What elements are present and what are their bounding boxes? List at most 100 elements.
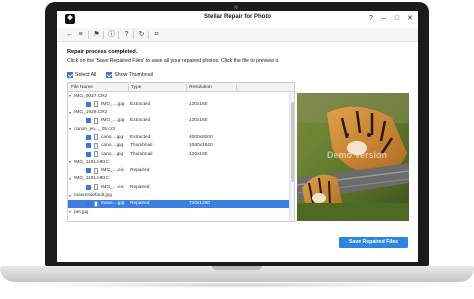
cart-icon[interactable]: ⌗ — [152, 30, 161, 40]
file-icon — [94, 142, 98, 149]
refresh-icon[interactable]: ↻ — [137, 30, 146, 40]
file-checkbox[interactable] — [86, 143, 91, 149]
help-button[interactable]: ? — [366, 13, 376, 24]
toolbar-separator — [103, 31, 104, 39]
file-resolution: 120x160 — [189, 118, 208, 124]
file-name: cano....jpg — [101, 134, 124, 140]
file-checkbox[interactable] — [86, 184, 91, 190]
file-icon — [94, 184, 98, 191]
file-icon — [94, 200, 98, 207]
file-name: maxe....jpg — [101, 201, 125, 207]
file-checkbox[interactable] — [86, 201, 91, 207]
select-all-checkbox[interactable] — [67, 72, 73, 78]
column-divider — [128, 84, 129, 91]
toolbar-separator — [133, 31, 134, 39]
show-thumbnail-checkbox[interactable] — [106, 72, 113, 78]
info-icon[interactable]: ⓘ — [107, 30, 116, 40]
title-bar: ❖ Stellar Repair for Photo ? – □ ✕ — [57, 11, 418, 28]
folder-name: IMG_1929.CR2 — [74, 110, 108, 116]
expand-arrow-icon[interactable]: ▾ — [69, 126, 71, 131]
table-row[interactable]: IMG_....jpg Extracted 120x160 — [68, 100, 290, 108]
expand-arrow-icon[interactable]: ▾ — [69, 159, 71, 164]
file-checkbox[interactable] — [86, 134, 91, 140]
folder-name: IMG_0027.CR2 — [74, 93, 108, 99]
file-type: Extracted — [130, 101, 151, 107]
close-button[interactable]: ✕ — [405, 13, 415, 24]
file-checkbox[interactable] — [86, 118, 91, 124]
demo-watermark: Demo Version — [327, 150, 388, 160]
file-resolution: 4000x6000 — [189, 134, 213, 140]
table-row[interactable]: IMG_....eic Repaired — [68, 183, 290, 191]
file-checkbox[interactable] — [86, 168, 91, 174]
file-icon — [94, 167, 98, 174]
laptop-shadow — [14, 282, 460, 288]
file-icon — [94, 117, 98, 124]
file-type: Thumbnail — [130, 151, 153, 157]
folder-name: pet.jpg — [74, 209, 89, 215]
scrollbar-thumb[interactable] — [291, 102, 294, 182]
column-divider — [236, 84, 237, 91]
file-type: Thumbnail — [130, 143, 153, 149]
table-rows: ▾ IMG_0027.CR2 IMG_....jpg Extracted 120x160… — [68, 92, 290, 216]
back-arrow-icon[interactable]: ← — [65, 30, 74, 40]
file-checkbox[interactable] — [86, 151, 91, 157]
column-file-name[interactable]: File Name — [71, 85, 93, 90]
toolbar-separator — [88, 31, 89, 39]
file-checkbox[interactable] — [86, 101, 91, 107]
table-header: File Name Type Resolution — [68, 83, 294, 92]
laptop-notch — [212, 266, 262, 270]
app-window: ❖ Stellar Repair for Photo ? – □ ✕ ← ≡ ⚑… — [57, 11, 418, 262]
status-subtext: Click on the 'Save Repaired Files' to sa… — [67, 58, 280, 64]
file-type: Repaired — [130, 168, 150, 174]
file-name: IMG_....eic — [101, 168, 125, 174]
file-icon — [94, 134, 98, 141]
file-type: Extracted — [130, 134, 151, 140]
file-type: Repaired — [130, 201, 150, 207]
file-name: cano....jpg — [101, 143, 124, 149]
folder-row[interactable]: ▾ maxresdefault.jpg — [68, 192, 290, 200]
save-repaired-files-button[interactable]: Save Repaired Files — [339, 237, 408, 248]
folder-row[interactable]: ▾ IMG_1191.HEIC — [68, 175, 290, 183]
expand-arrow-icon[interactable]: ▾ — [69, 193, 71, 198]
file-name: IMG_....jpg — [101, 101, 125, 107]
app-title: Stellar Repair for Photo — [203, 14, 271, 20]
minimize-button[interactable]: – — [379, 13, 389, 24]
help-circle-icon[interactable]: ? — [122, 30, 131, 40]
expand-arrow-icon[interactable]: ▾ — [69, 209, 71, 214]
column-divider — [186, 84, 187, 91]
folder-row[interactable]: ▾ IMG_1191.HEIC — [68, 158, 290, 166]
expand-arrow-icon[interactable]: ▾ — [69, 176, 71, 181]
file-type: Repaired — [130, 184, 150, 190]
folder-name: IMG_1191.HEIC — [74, 176, 109, 182]
table-row[interactable]: cano....jpg Thumbnail 1080x1620 — [68, 142, 290, 150]
expand-arrow-icon[interactable]: ▾ — [69, 93, 71, 98]
file-table: File Name Type Resolution ▾ IMG_0027.CR2 I… — [67, 82, 295, 222]
folder-name: IMG_1191.HEIC — [74, 159, 109, 165]
menu-icon[interactable]: ≡ — [76, 30, 85, 40]
table-row[interactable]: cano....jpg Extracted 4000x6000 — [68, 133, 290, 141]
select-all-label: Select All — [75, 72, 97, 78]
folder-row[interactable]: ▾ pet.jpg — [68, 208, 290, 216]
toolbar-separator — [118, 31, 119, 39]
table-row[interactable]: IMG_....jpg Extracted 120x160 — [68, 117, 290, 125]
vertical-scrollbar[interactable] — [289, 92, 294, 221]
toolbar: ← ≡ ⚑ ⓘ ? ↻ ⌗ — [57, 28, 418, 42]
laptop-mockup: ❖ Stellar Repair for Photo ? – □ ✕ ← ≡ ⚑… — [0, 0, 474, 299]
expand-arrow-icon[interactable]: ▾ — [69, 110, 71, 115]
bookmark-icon[interactable]: ⚑ — [92, 30, 101, 40]
file-resolution: 1080x1620 — [189, 143, 213, 149]
table-row[interactable]: cano....jpg Thumbnail 120x160 — [68, 150, 290, 158]
table-row[interactable]: IMG_....eic Repaired — [68, 167, 290, 175]
folder-row[interactable]: ▾ IMG_0027.CR2 — [68, 92, 290, 100]
status-heading: Repair process completed. — [67, 49, 138, 55]
column-type[interactable]: Type — [131, 85, 141, 90]
column-resolution[interactable]: Resolution — [189, 85, 212, 90]
file-name: cano....jpg — [101, 151, 124, 157]
folder-row[interactable]: ▾ canon_eo..._05.cr3 — [68, 125, 290, 133]
maximize-button[interactable]: □ — [392, 13, 402, 24]
toolbar-separator — [148, 31, 149, 39]
photo-preview: Demo Version — [297, 93, 409, 221]
table-row[interactable]: maxe....jpg Repaired 720x1280 — [68, 199, 290, 209]
file-resolution: 120x160 — [189, 151, 208, 157]
folder-row[interactable]: ▾ IMG_1929.CR2 — [68, 109, 290, 117]
